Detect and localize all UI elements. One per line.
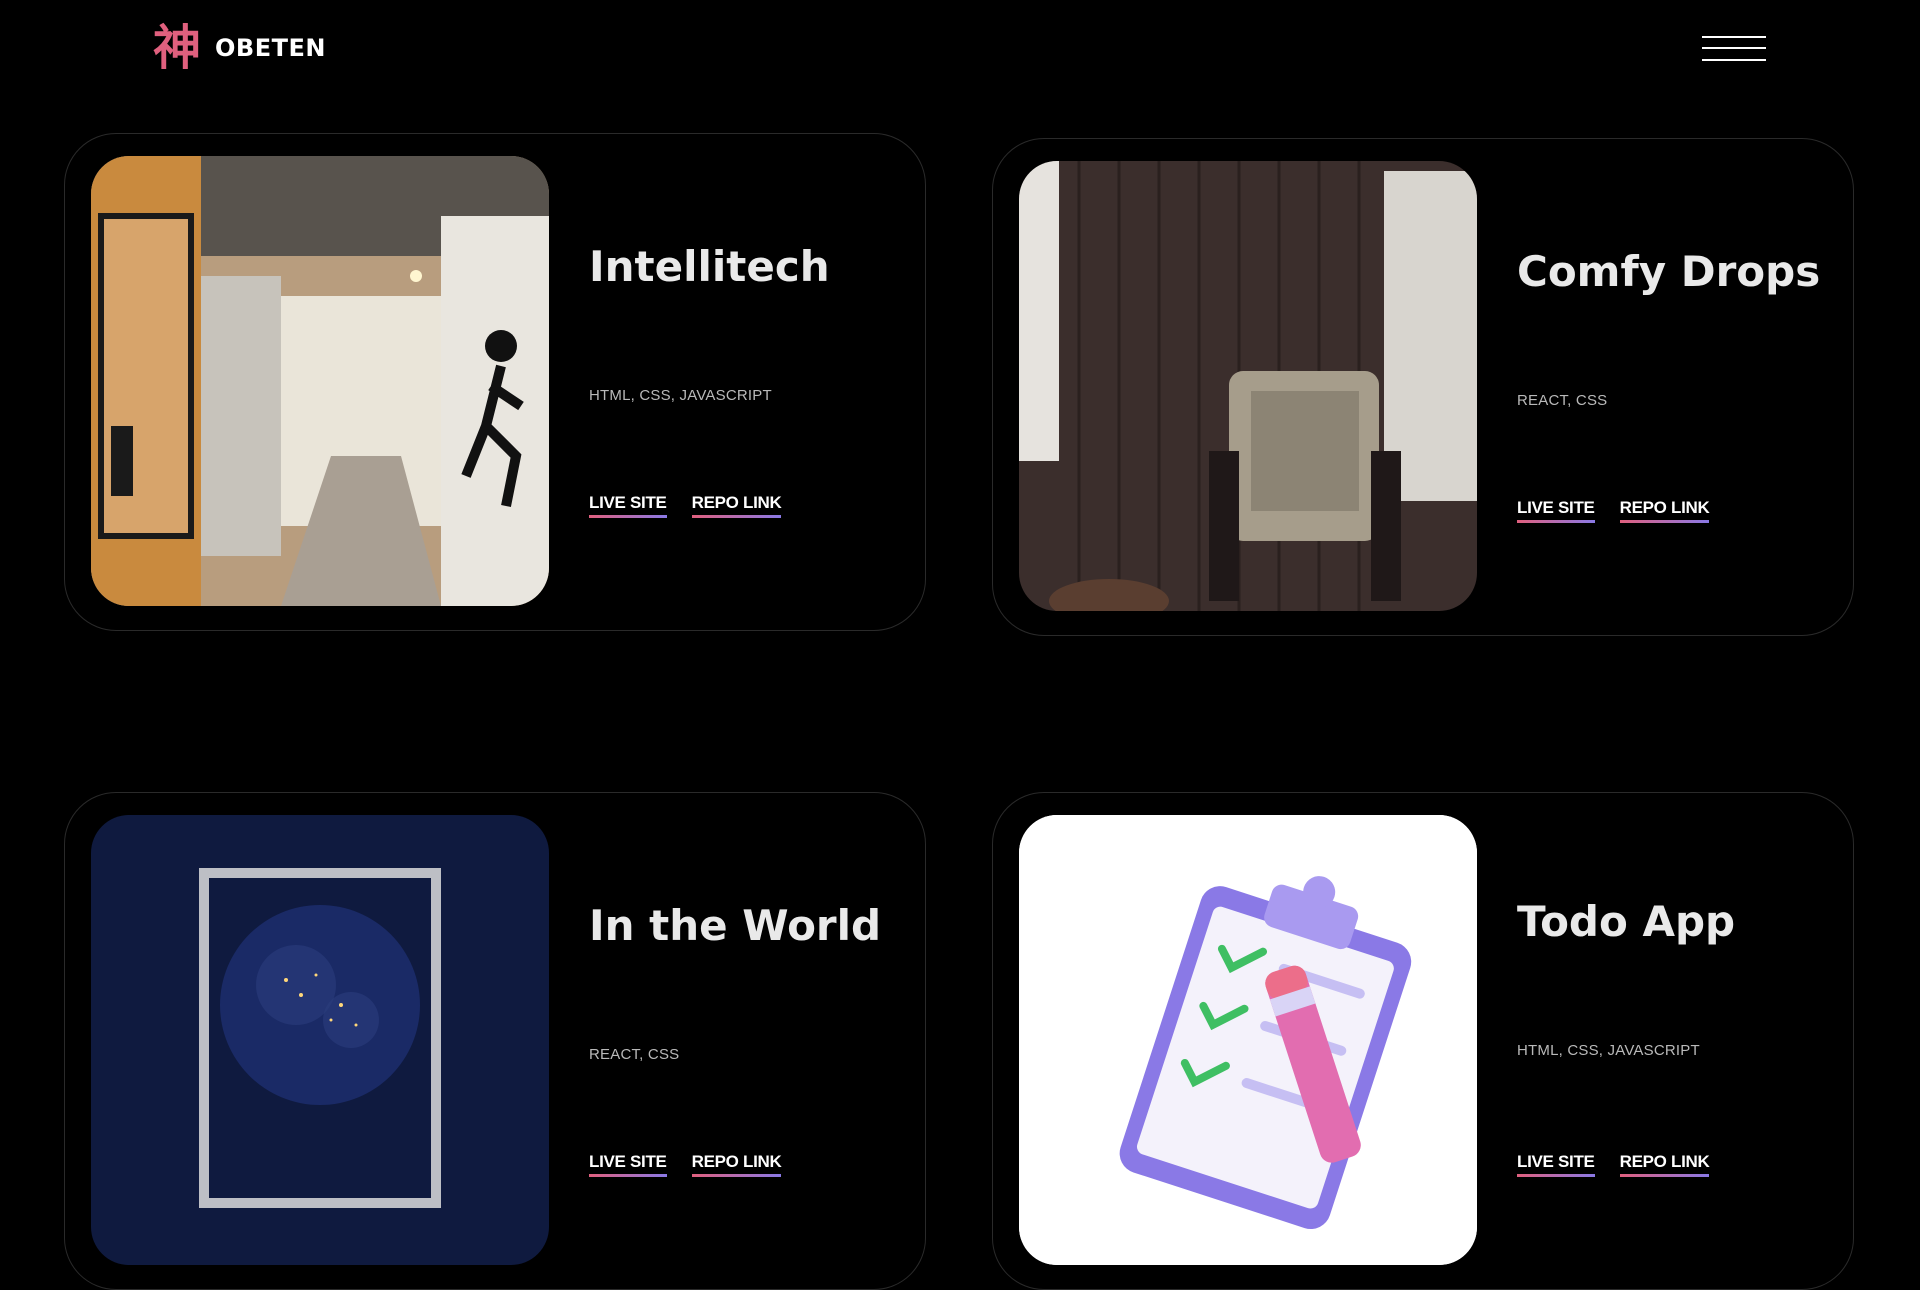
site-logo[interactable]: 神 OBETEN bbox=[153, 24, 326, 72]
logo-text: OBETEN bbox=[215, 34, 326, 62]
project-card-intellitech: Intellitech HTML, CSS, JAVASCRIPT LIVE S… bbox=[64, 133, 926, 631]
project-card-comfy-drops: Comfy Drops REACT, CSS LIVE SITE REPO LI… bbox=[992, 138, 1854, 636]
project-tech-stack: HTML, CSS, JAVASCRIPT bbox=[589, 387, 772, 404]
project-card-todo-app: Todo App HTML, CSS, JAVASCRIPT LIVE SITE… bbox=[992, 792, 1854, 1290]
repo-link[interactable]: REPO LINK bbox=[1619, 498, 1710, 523]
live-site-link[interactable]: LIVE SITE bbox=[1517, 498, 1595, 523]
project-tech-stack: REACT, CSS bbox=[589, 1046, 680, 1063]
project-links: LIVE SITE REPO LINK bbox=[589, 493, 782, 518]
clipboard-checklist-image bbox=[1019, 815, 1477, 1265]
live-site-link[interactable]: LIVE SITE bbox=[589, 1152, 667, 1177]
armchair-room-image bbox=[1019, 161, 1477, 611]
project-title: In the World bbox=[589, 901, 882, 950]
project-card-in-the-world: In the World REACT, CSS LIVE SITE REPO L… bbox=[64, 792, 926, 1290]
site-header: 神 OBETEN bbox=[0, 0, 1920, 110]
live-site-link[interactable]: LIVE SITE bbox=[1517, 1152, 1595, 1177]
project-links: LIVE SITE REPO LINK bbox=[1517, 1152, 1710, 1177]
repo-link[interactable]: REPO LINK bbox=[691, 493, 782, 518]
live-site-link[interactable]: LIVE SITE bbox=[589, 493, 667, 518]
project-title: Comfy Drops bbox=[1517, 247, 1821, 296]
project-tech-stack: REACT, CSS bbox=[1517, 392, 1608, 409]
logo-glyph: 神 bbox=[153, 20, 202, 76]
earth-globe-image bbox=[91, 815, 549, 1265]
repo-link[interactable]: REPO LINK bbox=[691, 1152, 782, 1177]
project-links: LIVE SITE REPO LINK bbox=[589, 1152, 782, 1177]
project-title: Todo App bbox=[1517, 897, 1736, 946]
project-title: Intellitech bbox=[589, 242, 830, 291]
hamburger-icon[interactable] bbox=[1702, 34, 1766, 64]
repo-link[interactable]: REPO LINK bbox=[1619, 1152, 1710, 1177]
project-links: LIVE SITE REPO LINK bbox=[1517, 498, 1710, 523]
project-tech-stack: HTML, CSS, JAVASCRIPT bbox=[1517, 1042, 1700, 1059]
office-hallway-image bbox=[91, 156, 549, 606]
